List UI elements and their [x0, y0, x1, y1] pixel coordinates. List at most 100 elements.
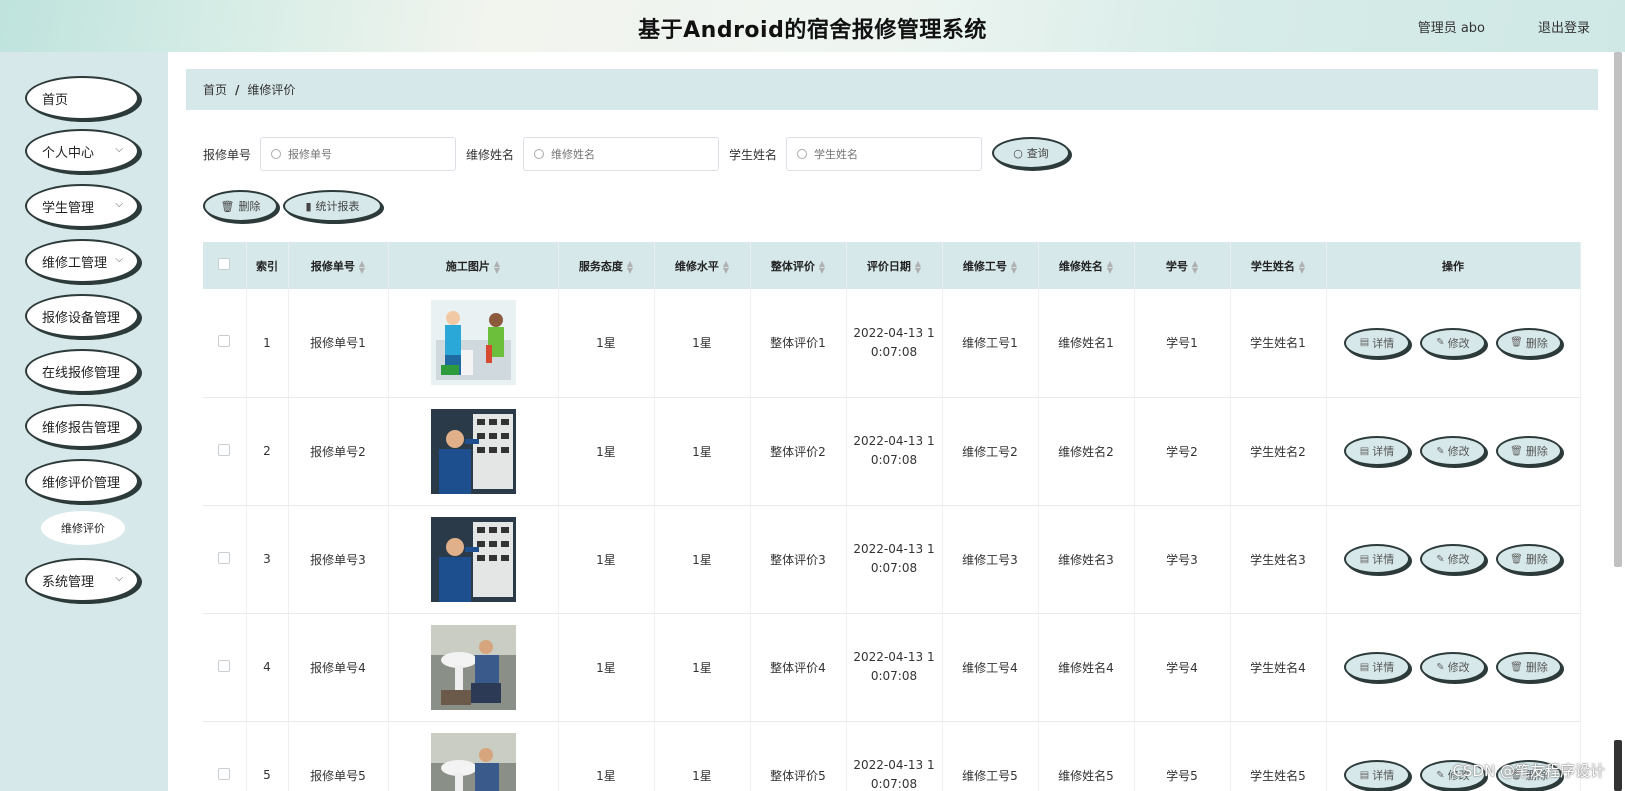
delete-button[interactable]: 🗑 删除	[1496, 652, 1562, 682]
table-row: 3 报修单号3 1星 1星 整体评价3 2022-04-13 1 0:07:08 维修工号3…	[203, 505, 1581, 614]
sidebar-item-online-repair[interactable]: 在线报修管理	[25, 349, 139, 393]
sort-icon[interactable]: ▲ ▼	[494, 259, 500, 274]
trash-icon: 🗑	[1510, 445, 1523, 457]
sidebar-item-label: 学生管理	[42, 200, 95, 216]
sidebar-item-system[interactable]: 系统管理 ⌵	[25, 558, 139, 602]
search-label-student: 学生姓名	[729, 148, 778, 162]
sidebar-item-profile[interactable]: 个人中心 ⌵	[25, 129, 139, 173]
row-select[interactable]	[203, 397, 247, 506]
row-select[interactable]	[203, 721, 247, 791]
row-checkbox[interactable]	[218, 335, 231, 348]
cell-image	[388, 721, 559, 791]
sidebar-item-evaluation[interactable]: 维修评价管理	[25, 459, 139, 503]
worker-search-input[interactable]	[523, 137, 719, 171]
bulk-delete-button[interactable]: 🗑 删除	[203, 190, 278, 222]
electrical-panel-photo	[430, 408, 516, 494]
top-header: 基于Android的宿舍报修管理系统 管理员 abo 退出登录	[0, 0, 1625, 52]
cell-image	[388, 289, 559, 398]
detail-button[interactable]: ▤ 详情	[1344, 327, 1410, 358]
header-date[interactable]: 评价日期 ▲ ▼	[846, 242, 943, 289]
edit-button[interactable]: ✎ 修改	[1420, 544, 1486, 574]
scrollbar-thumb[interactable]	[1614, 740, 1622, 791]
row-select[interactable]	[203, 505, 247, 614]
cell-student-name: 学生姓名5	[1230, 721, 1327, 791]
delete-button-label: 删除	[1525, 336, 1548, 350]
table-row: 4 报修单号4 1星 1星 整体评价4 2022-04-13 1 0:07:08 维修工号4…	[203, 613, 1581, 722]
detail-button-label: 详情	[1372, 445, 1395, 458]
cell-date: 2022-04-13 1 0:07:08	[846, 397, 943, 506]
header-select-all[interactable]	[203, 242, 247, 289]
sort-icon[interactable]: ▲ ▼	[1299, 259, 1305, 274]
query-button[interactable]: ○ 查询	[992, 137, 1070, 169]
delete-button[interactable]: 🗑 删除	[1496, 436, 1562, 466]
detail-button[interactable]: ▤ 详情	[1344, 544, 1410, 574]
pencil-icon: ✎	[1436, 661, 1445, 673]
breadcrumb-home[interactable]: 首页	[203, 81, 227, 98]
header-image[interactable]: 施工图片 ▲ ▼	[388, 242, 559, 289]
row-checkbox[interactable]	[218, 659, 231, 672]
row-checkbox[interactable]	[218, 767, 231, 780]
sidebar-item-repair-report[interactable]: 维修报告管理	[25, 404, 139, 448]
edit-button-label: 修改	[1447, 661, 1470, 674]
cell-date: 2022-04-13 1 0:07:08	[846, 613, 943, 722]
table-row: 2 报修单号2 1星 1星 整体评价2 2022-04-13 1 0:07:08 维修工号2…	[203, 397, 1581, 506]
cell-service: 1星	[558, 397, 655, 506]
sort-icon[interactable]: ▲ ▼	[1192, 259, 1198, 274]
header-student-name[interactable]: 学生姓名 ▲ ▼	[1230, 242, 1327, 289]
order-search-input[interactable]	[260, 137, 456, 171]
sort-icon[interactable]: ▲ ▼	[915, 259, 921, 274]
document-icon: ▤	[1359, 445, 1370, 457]
sort-icon[interactable]: ▲ ▼	[819, 259, 825, 274]
edit-button[interactable]: ✎ 修改	[1420, 327, 1486, 358]
delete-button[interactable]: 🗑 删除	[1496, 544, 1562, 574]
detail-button[interactable]: ▤ 详情	[1344, 652, 1410, 682]
stats-report-button[interactable]: ▮ 统计报表	[283, 190, 382, 222]
document-icon: ▤	[1359, 661, 1370, 673]
sidebar-item-workers[interactable]: 维修工管理 ⌵	[25, 239, 139, 283]
sort-icon[interactable]: ▲ ▼	[359, 259, 365, 274]
cell-student-id: 学号4	[1134, 613, 1231, 722]
header-worker-id[interactable]: 维修工号 ▲ ▼	[942, 242, 1039, 289]
cell-worker-id: 维修工号2	[942, 397, 1039, 506]
cell-index: 3	[246, 505, 289, 614]
sort-icon[interactable]: ▲ ▼	[1107, 259, 1113, 274]
student-search-input[interactable]	[786, 137, 982, 171]
sidebar-subitem-evaluation[interactable]: 维修评价	[41, 511, 125, 545]
edit-button[interactable]: ✎ 修改	[1420, 436, 1486, 466]
header-order[interactable]: 报修单号 ▲ ▼	[288, 242, 389, 289]
cell-worker-id: 维修工号3	[942, 505, 1039, 614]
search-icon: ○	[1013, 146, 1023, 160]
row-checkbox[interactable]	[218, 443, 231, 456]
sort-icon[interactable]: ▲ ▼	[627, 259, 633, 274]
sidebar-item-students[interactable]: 学生管理 ⌵	[25, 184, 139, 228]
chevron-down-icon: ⌵	[115, 573, 123, 584]
pencil-icon: ✎	[1436, 337, 1445, 349]
logout-link[interactable]: 退出登录	[1538, 17, 1590, 36]
row-checkbox[interactable]	[218, 551, 231, 564]
row-select[interactable]	[203, 289, 247, 398]
scrollbar-track[interactable]	[1614, 52, 1622, 567]
delete-button[interactable]: 🗑 删除	[1496, 327, 1562, 358]
sidebar-item-label: 维修工管理	[42, 255, 108, 271]
sidebar-item-home[interactable]: 首页	[25, 76, 139, 120]
query-button-label: 查询	[1026, 147, 1049, 160]
row-select[interactable]	[203, 613, 247, 722]
trash-icon: 🗑	[220, 199, 235, 213]
cell-student-name: 学生姓名3	[1230, 505, 1327, 614]
sort-icon[interactable]: ▲ ▼	[723, 259, 729, 274]
cell-service: 1星	[558, 289, 655, 398]
header-level[interactable]: 维修水平 ▲ ▼	[654, 242, 751, 289]
app-title: 基于Android的宿舍报修管理系统	[638, 18, 987, 43]
header-overall[interactable]: 整体评价 ▲ ▼	[750, 242, 847, 289]
detail-button[interactable]: ▤ 详情	[1344, 760, 1410, 790]
header-student-id[interactable]: 学号 ▲ ▼	[1134, 242, 1231, 289]
sort-icon[interactable]: ▲ ▼	[1011, 259, 1017, 274]
cell-order: 报修单号4	[288, 613, 389, 722]
detail-button[interactable]: ▤ 详情	[1344, 436, 1410, 466]
detail-button-label: 详情	[1372, 661, 1395, 674]
sidebar-item-devices[interactable]: 报修设备管理	[25, 294, 139, 338]
edit-button[interactable]: ✎ 修改	[1420, 652, 1486, 682]
header-service[interactable]: 服务态度 ▲ ▼	[558, 242, 655, 289]
header-worker-name[interactable]: 维修姓名 ▲ ▼	[1038, 242, 1135, 289]
select-all-checkbox[interactable]	[218, 258, 231, 270]
